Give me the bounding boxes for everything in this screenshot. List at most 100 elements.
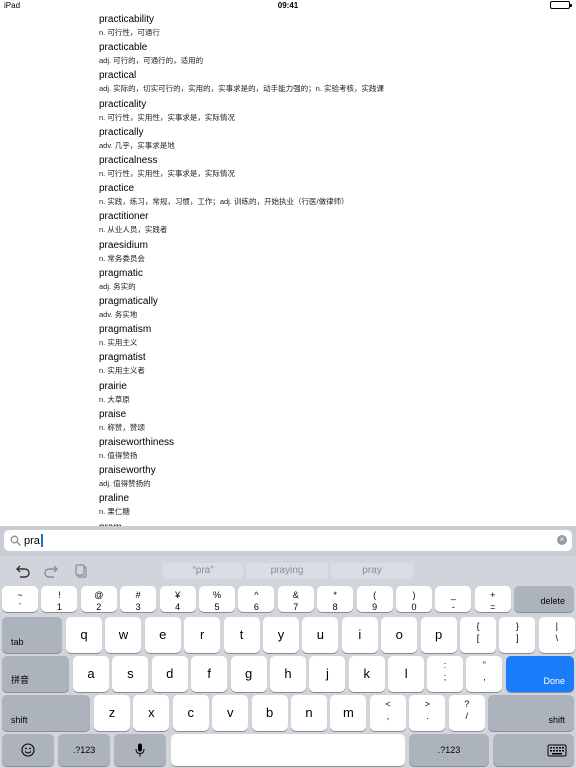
key-/[interactable]: ? / [448, 695, 485, 731]
key-\[interactable]: | \ [538, 617, 575, 653]
emoji-key[interactable] [2, 734, 54, 766]
numbers-key-left[interactable]: .?123 [58, 734, 110, 766]
key-[[interactable]: {[ [460, 617, 496, 653]
list-item[interactable]: practicalness n. 可行性，实用性，实事求是，实际情况 [99, 155, 235, 178]
key-`[interactable]: ~ ` [2, 586, 38, 612]
key-shift-symbol: > [424, 699, 431, 709]
key-b[interactable]: b [251, 695, 288, 731]
shift-right-key[interactable]: shift [488, 695, 574, 731]
key-j[interactable]: j [309, 656, 346, 692]
key-s[interactable]: s [112, 656, 149, 692]
key-f[interactable]: f [191, 656, 228, 692]
key-w[interactable]: w [105, 617, 142, 653]
key-shift-symbol: ? [464, 699, 470, 709]
key-6[interactable]: ^ 6 [238, 586, 275, 612]
paste-icon[interactable] [72, 564, 92, 578]
word-list[interactable]: practicability n. 可行性，可通行 practicable adj. … [0, 12, 576, 526]
tab-key[interactable]: tab [2, 617, 62, 653]
key-n[interactable]: n [291, 695, 327, 731]
key-shift-symbol: ( [373, 590, 377, 600]
clear-icon[interactable]: × [557, 535, 567, 545]
entry-definition: n. 可行性，可通行 [99, 28, 160, 37]
key-d[interactable]: d [151, 656, 188, 692]
key-m[interactable]: m [330, 695, 367, 731]
delete-key[interactable]: delete [514, 586, 574, 612]
numbers-key-right[interactable]: .?123 [409, 734, 489, 766]
list-item[interactable]: praesidium n. 常务委员会 [99, 240, 148, 263]
key-r[interactable]: r [184, 617, 221, 653]
key-2[interactable]: @2 [80, 586, 117, 612]
key-o[interactable]: o [381, 617, 418, 653]
key-a[interactable]: a [73, 656, 109, 692]
list-item[interactable]: pragmatist n. 实用主义者 [99, 352, 146, 375]
key-.[interactable]: >. [409, 695, 446, 731]
key-,[interactable]: <, [370, 695, 406, 731]
list-item[interactable]: praise n. 称赞，赞颂 [99, 409, 145, 432]
hide-keyboard-key[interactable] [493, 734, 574, 766]
candidate-3[interactable]: pray [331, 563, 413, 579]
key-shift-symbol: _ [450, 590, 456, 600]
list-item[interactable]: practitioner n. 从业人员，实践者 [99, 211, 167, 234]
list-item[interactable]: pragmatically adv. 务实地 [99, 296, 158, 319]
key-;[interactable]: :; [427, 656, 463, 692]
key-v[interactable]: v [212, 695, 249, 731]
list-item[interactable]: practically adv. 几乎，实事求是地 [99, 127, 175, 150]
key-q[interactable]: q [66, 617, 102, 653]
key-x[interactable]: x [133, 695, 170, 731]
key-=[interactable]: + = [474, 586, 511, 612]
key-t[interactable]: t [223, 617, 260, 653]
key-0[interactable]: ) 0 [396, 586, 432, 612]
candidate-1[interactable]: “pra” [163, 563, 243, 579]
list-item[interactable]: practicable adj. 可行的，可通行的，适用的 [99, 42, 203, 65]
redo-icon[interactable] [42, 564, 62, 578]
list-item[interactable]: practicality n. 可行性，实用性，实事求是，实际情况 [99, 99, 235, 122]
list-item[interactable]: prairie n. 大草原 [99, 381, 130, 404]
key-shift-symbol: & [292, 590, 299, 600]
list-item[interactable]: praline n. 果仁糖 [99, 493, 130, 516]
key-9[interactable]: (9 [356, 586, 393, 612]
search-input[interactable] [24, 532, 544, 549]
pinyin-key[interactable]: 拼音 [2, 656, 69, 692]
done-key[interactable]: Done [506, 656, 574, 692]
key-e[interactable]: e [144, 617, 181, 653]
key-][interactable]: }] [499, 617, 536, 653]
key-l[interactable]: l [388, 656, 425, 692]
dictation-key[interactable] [114, 734, 166, 766]
key-base-symbol: - [451, 602, 455, 612]
undo-icon[interactable] [12, 564, 32, 578]
key-k[interactable]: k [348, 656, 385, 692]
list-item[interactable]: practice n. 实践，练习，常规，习惯，工作；adj. 训练的，开始执业（… [99, 183, 349, 206]
key-u[interactable]: u [302, 617, 339, 653]
candidate-2[interactable]: praying [246, 563, 328, 579]
shift-left-key[interactable]: shift [2, 695, 90, 731]
keyboard: “pra” praying pray ~ `! 1 @2 #3 ¥4% 5 ^ 6 & 7 * 8(9)… [0, 556, 576, 768]
key-5[interactable]: % 5 [199, 586, 235, 612]
key-y[interactable]: y [263, 617, 299, 653]
key-c[interactable]: c [172, 695, 209, 731]
key-1[interactable]: ! 1 [41, 586, 78, 612]
key-p[interactable]: p [420, 617, 457, 653]
list-item[interactable]: praiseworthiness n. 值得赞扬 [99, 437, 174, 460]
key-3[interactable]: #3 [120, 586, 157, 612]
key--[interactable]: _ - [435, 586, 472, 612]
list-item[interactable]: praiseworthy adj. 值得赞扬的 [99, 465, 156, 488]
key-base-symbol: [ [476, 633, 480, 643]
key-label: f [207, 666, 211, 681]
keyboard-hide-icon [547, 744, 567, 757]
list-item[interactable]: pragmatic adj. 务实的 [99, 268, 143, 291]
entry-definition: adj. 可行的，可通行的，适用的 [99, 56, 204, 66]
key-g[interactable]: g [230, 656, 267, 692]
key-,[interactable]: ”, [466, 656, 503, 692]
key-base-symbol: . [426, 711, 429, 721]
key-8[interactable]: * 8 [317, 586, 354, 612]
key-z[interactable]: z [94, 695, 130, 731]
space-bar[interactable] [171, 734, 405, 766]
key-7[interactable]: & 7 [277, 586, 314, 612]
list-item[interactable]: pragmatism n. 实用主义 [99, 324, 151, 347]
key-4[interactable]: ¥4 [159, 586, 196, 612]
list-item[interactable]: practical adj. 实际的，切实可行的，实用的，实事求是的，动手能力强的… [99, 70, 384, 93]
list-item[interactable]: practicability n. 可行性，可通行 [99, 14, 160, 37]
key-h[interactable]: h [270, 656, 306, 692]
key-i[interactable]: i [341, 617, 378, 653]
search-field[interactable]: × [4, 530, 572, 551]
